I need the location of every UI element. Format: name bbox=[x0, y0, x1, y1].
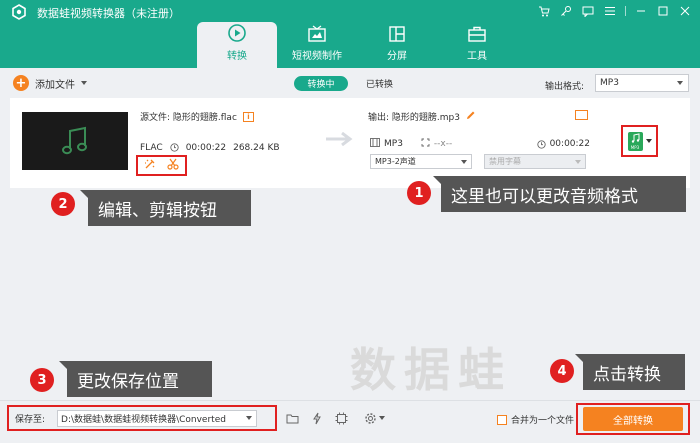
bottom-bar: 保存至: D:\数据蛙\数据蛙视频转换器\Converted 合并为一个文件 全… bbox=[0, 400, 700, 443]
annotation-callout-2: 编辑、剪辑按钮 bbox=[80, 190, 251, 226]
app-title: 数据蛙视频转换器（未注册） bbox=[37, 7, 180, 20]
audio-thumbnail[interactable] bbox=[22, 112, 128, 170]
source-size: 268.24 KB bbox=[233, 143, 280, 153]
convert-all-wrap: 全部转换 bbox=[576, 403, 690, 435]
source-duration: 00:00:22 bbox=[185, 143, 227, 153]
save-label: 保存至: bbox=[15, 414, 46, 425]
annotation-callout-1: 这里也可以更改音频格式 bbox=[433, 176, 686, 212]
add-icon: + bbox=[13, 75, 29, 91]
arrow-right-icon bbox=[326, 132, 353, 146]
convert-icon bbox=[228, 24, 246, 42]
toolbar: + 添加文件 转换中 已转换 输出格式: MP3 bbox=[0, 68, 700, 98]
output-dimensions: --x-- bbox=[433, 139, 453, 149]
close-icon[interactable] bbox=[676, 3, 694, 19]
key-icon[interactable] bbox=[557, 3, 575, 19]
tab-convert-label: 转换 bbox=[227, 51, 247, 62]
chevron-down-icon bbox=[378, 416, 385, 420]
pencil-icon[interactable] bbox=[466, 110, 476, 123]
chevron-down-icon bbox=[677, 81, 683, 85]
save-location: 保存至: D:\数据蛙\数据蛙视频转换器\Converted bbox=[7, 405, 277, 431]
tab-tools-label: 工具 bbox=[467, 51, 487, 62]
mp3-file-icon: MP3 bbox=[627, 131, 643, 151]
output-format-label: 输出格式: bbox=[545, 82, 585, 92]
tab-tools[interactable]: 工具 bbox=[437, 22, 517, 68]
window-controls bbox=[535, 3, 694, 19]
annotation-badge-4: 4 bbox=[550, 359, 574, 383]
hardware-accel-icon[interactable] bbox=[310, 411, 324, 425]
chevron-down-icon bbox=[246, 416, 253, 420]
annotation-badge-1: 1 bbox=[407, 181, 431, 205]
app-logo-icon bbox=[12, 4, 26, 20]
source-meta: FLAC 00:00:22 268.24 KB bbox=[140, 143, 280, 155]
save-path-value: D:\数据蛙\数据蛙视频转换器\Converted bbox=[61, 414, 226, 425]
cart-icon[interactable] bbox=[535, 3, 553, 19]
audio-track-value: MP3-2声道 bbox=[375, 157, 416, 166]
feedback-icon[interactable] bbox=[579, 3, 597, 19]
gpu-icon[interactable] bbox=[334, 411, 348, 425]
settings-icon[interactable] bbox=[362, 411, 386, 425]
minimize-icon[interactable] bbox=[632, 3, 650, 19]
output-duration-wrap: 00:00:22 bbox=[536, 139, 590, 149]
output-meta: MP3 --x-- 00:00:22 bbox=[370, 138, 590, 150]
menu-icon[interactable] bbox=[601, 3, 619, 19]
annotation-badge-2: 2 bbox=[51, 192, 75, 216]
subtitle-value: 禁用字幕 bbox=[489, 157, 521, 166]
music-note-icon bbox=[62, 126, 87, 155]
annotation-callout-4: 点击转换 bbox=[575, 354, 685, 390]
edit-tools bbox=[136, 155, 187, 176]
chevron-down-icon[interactable] bbox=[81, 81, 87, 85]
chevron-down-icon bbox=[461, 159, 467, 164]
hd-icon[interactable] bbox=[575, 110, 588, 120]
output-format: MP3 bbox=[384, 139, 403, 149]
format-picker[interactable]: MP3 bbox=[621, 125, 658, 157]
tab-converted[interactable]: 已转换 bbox=[366, 77, 393, 90]
add-file-label: 添加文件 bbox=[35, 79, 75, 91]
subtitle-select[interactable]: 禁用字幕 bbox=[484, 154, 586, 169]
format-icon-caption: MP3 bbox=[630, 144, 640, 150]
split-icon bbox=[389, 26, 405, 42]
tab-converting[interactable]: 转换中 bbox=[294, 76, 348, 91]
save-path-select[interactable]: D:\数据蛙\数据蛙视频转换器\Converted bbox=[57, 409, 258, 427]
annotation-callout-3: 更改保存位置 bbox=[59, 361, 212, 397]
tv-icon bbox=[308, 25, 326, 42]
toolbox-icon bbox=[468, 26, 486, 42]
add-file-button[interactable]: + 添加文件 bbox=[13, 75, 87, 91]
output-format-value: MP3 bbox=[600, 78, 619, 88]
output-file-name: 输出: 隐形的翅膀.mp3 bbox=[368, 113, 460, 123]
chevron-down-icon bbox=[645, 139, 652, 143]
status-segment: 转换中 已转换 bbox=[294, 76, 393, 91]
clock-icon bbox=[170, 143, 179, 155]
source-file: 源文件: 隐形的翅膀.flac i bbox=[140, 110, 254, 123]
source-format: FLAC bbox=[140, 143, 163, 153]
clock-icon bbox=[536, 139, 546, 149]
chevron-down-icon bbox=[575, 159, 581, 164]
main-tabs: 转换 短视频制作 分屏 工具 bbox=[197, 22, 517, 68]
merge-label: 合并为一个文件 bbox=[511, 416, 575, 426]
file-item: 源文件: 隐形的翅膀.flac i FLAC 00:00:22 268.24 K… bbox=[10, 98, 690, 188]
tab-short-video[interactable]: 短视频制作 bbox=[277, 22, 357, 68]
merge-checkbox[interactable] bbox=[497, 414, 507, 425]
tab-split-screen[interactable]: 分屏 bbox=[357, 22, 437, 68]
info-icon[interactable]: i bbox=[242, 111, 254, 122]
expand-icon bbox=[421, 138, 430, 150]
edit-icon[interactable] bbox=[144, 158, 156, 173]
folder-icon[interactable] bbox=[285, 411, 299, 425]
maximize-icon[interactable] bbox=[654, 3, 672, 19]
title-bar: 数据蛙视频转换器（未注册） 转换 短视频制作 分屏 工具 bbox=[0, 0, 700, 68]
output-duration: 00:00:22 bbox=[549, 139, 590, 149]
output-format-select[interactable]: MP3 bbox=[595, 74, 689, 92]
tab-split-screen-label: 分屏 bbox=[387, 51, 407, 62]
merge-option[interactable]: 合并为一个文件 bbox=[497, 413, 574, 426]
convert-all-button[interactable]: 全部转换 bbox=[583, 407, 683, 431]
film-icon bbox=[370, 138, 380, 150]
output-file: 输出: 隐形的翅膀.mp3 bbox=[368, 110, 476, 123]
tab-convert[interactable]: 转换 bbox=[197, 22, 277, 68]
watermark: 数据蛙 bbox=[350, 343, 512, 397]
scissors-icon[interactable] bbox=[167, 158, 179, 173]
annotation-badge-3: 3 bbox=[30, 368, 54, 392]
source-file-name: 源文件: 隐形的翅膀.flac bbox=[140, 113, 237, 123]
separator bbox=[625, 6, 626, 16]
audio-track-select[interactable]: MP3-2声道 bbox=[370, 154, 472, 169]
tab-short-video-label: 短视频制作 bbox=[292, 51, 342, 62]
